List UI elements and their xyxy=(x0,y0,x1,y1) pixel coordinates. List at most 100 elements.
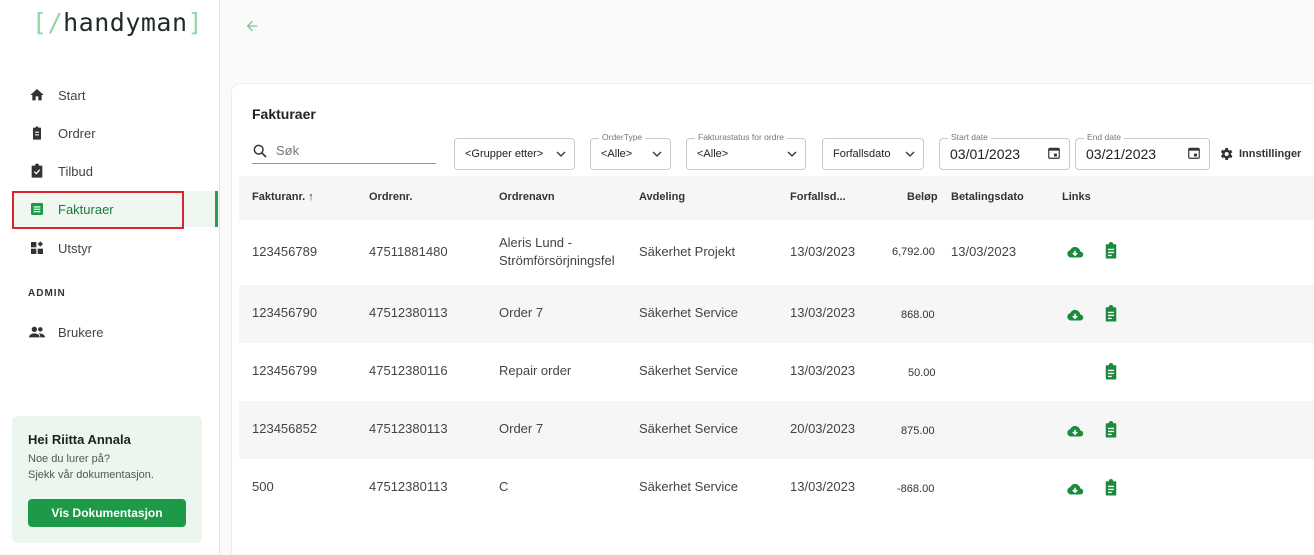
order-name: Repair order xyxy=(499,363,572,378)
sidebar-item-label: Tilbud xyxy=(58,163,93,179)
column-invoice-number[interactable]: Fakturanr. ↑ xyxy=(252,191,314,203)
clipboard-document-icon[interactable] xyxy=(1102,479,1120,497)
sidebar-item-ordrer[interactable]: Ordrer xyxy=(12,115,218,151)
order-name: Order 7 xyxy=(499,305,544,320)
list-icon xyxy=(28,200,46,218)
department: Säkerhet Projekt xyxy=(639,244,736,259)
settings-button[interactable]: Innstillinger xyxy=(1218,146,1301,162)
invoice-number: 123456789 xyxy=(252,244,318,259)
dashboard-icon xyxy=(28,239,46,257)
due-date: 13/03/2023 xyxy=(790,244,856,259)
table-row[interactable]: 500 47512380113 C Säkerhet Service 13/03… xyxy=(239,459,1314,517)
chevron-down-icon xyxy=(556,149,566,159)
table-row[interactable]: 123456799 47512380116 Repair order Säker… xyxy=(239,343,1314,401)
cloud-download-icon[interactable] xyxy=(1066,307,1084,325)
help-line-2: Sjekk vår dokumentasjon. xyxy=(28,469,154,481)
home-icon xyxy=(28,86,46,104)
gear-icon xyxy=(1218,146,1234,162)
column-payment-date[interactable]: Betalingsdato xyxy=(951,191,1024,203)
back-arrow-icon[interactable] xyxy=(244,18,260,39)
due-date: 20/03/2023 xyxy=(790,421,856,436)
table-row[interactable]: 123456789 47511881480 Aleris Lund - Strö… xyxy=(239,220,1314,285)
column-amount[interactable]: Beløp xyxy=(907,191,938,203)
column-order-name[interactable]: Ordrenavn xyxy=(499,191,555,203)
group-by-select[interactable]: <Grupper etter> xyxy=(454,138,575,170)
logo-slash: / xyxy=(47,8,64,37)
invoice-number: 123456790 xyxy=(252,305,318,320)
amount: 50.00 xyxy=(908,367,936,379)
order-number: 47512380116 xyxy=(369,363,448,378)
order-type-select[interactable]: OrderType <Alle> xyxy=(590,132,671,170)
order-number: 47512380113 xyxy=(369,305,448,320)
logo-name: handyman xyxy=(63,8,188,37)
sidebar-item-brukere[interactable]: Brukere xyxy=(12,314,218,350)
column-order-number[interactable]: Ordrenr. xyxy=(369,191,412,203)
clipboard-document-icon[interactable] xyxy=(1102,363,1120,381)
department: Säkerhet Service xyxy=(639,421,738,436)
logo-bracket-open: [ xyxy=(32,8,48,37)
cloud-download-icon[interactable] xyxy=(1066,244,1084,262)
cloud-download-icon[interactable] xyxy=(1066,481,1084,499)
table-row[interactable]: 123456852 47512380113 Order 7 Säkerhet S… xyxy=(239,401,1314,459)
invoice-status-label: Fakturastatus for ordre xyxy=(695,132,787,142)
column-links: Links xyxy=(1062,191,1091,203)
sidebar-item-utstyr[interactable]: Utstyr xyxy=(12,230,218,266)
view-documentation-button[interactable]: Vis Dokumentasjon xyxy=(28,499,186,527)
due-date: 13/03/2023 xyxy=(790,479,856,494)
search-input[interactable] xyxy=(276,143,426,158)
amount: 875.00 xyxy=(901,425,935,437)
column-department[interactable]: Avdeling xyxy=(639,191,685,203)
calendar-icon[interactable] xyxy=(1047,146,1061,163)
cloud-download-icon[interactable] xyxy=(1066,423,1084,441)
payment-date: 13/03/2023 xyxy=(951,244,1017,259)
sidebar-item-fakturaer[interactable]: Fakturaer xyxy=(12,191,218,227)
end-date-value: 03/21/2023 xyxy=(1086,146,1157,162)
help-greeting: Hei Riitta Annala xyxy=(28,432,131,447)
app: [/handyman] Start Ordrer Tilbud Fakturae… xyxy=(0,0,1314,555)
order-name: C xyxy=(499,479,509,494)
amount: -868.00 xyxy=(897,483,935,495)
invoices-card: Fakturaer <Grupper etter> OrderType <All… xyxy=(232,84,1314,555)
sidebar-item-label: Ordrer xyxy=(58,125,96,141)
chevron-down-icon xyxy=(905,149,915,159)
search-box[interactable] xyxy=(252,138,436,164)
help-card: Hei Riitta Annala Noe du lurer på? Sjekk… xyxy=(12,416,202,543)
order-type-label: OrderType xyxy=(599,132,646,142)
order-name: Aleris Lund - Strömförsörjningsfel xyxy=(499,235,615,268)
admin-section-label: ADMIN xyxy=(28,288,66,299)
invoice-status-select[interactable]: Fakturastatus for ordre <Alle> xyxy=(686,132,806,170)
clipboard-icon xyxy=(28,124,46,142)
page-title: Fakturaer xyxy=(252,106,316,122)
start-date-field[interactable]: Start date 03/01/2023 xyxy=(939,132,1070,170)
invoice-number: 123456852 xyxy=(252,421,318,436)
due-date: 13/03/2023 xyxy=(790,305,856,320)
table-header: Fakturanr. ↑ Ordrenr. Ordrenavn Avdeling… xyxy=(239,176,1314,220)
help-line-1: Noe du lurer på? xyxy=(28,453,110,465)
calendar-icon[interactable] xyxy=(1187,146,1201,163)
sidebar-item-label: Utstyr xyxy=(58,240,92,256)
order-name: Order 7 xyxy=(499,421,544,436)
sidebar-item-tilbud[interactable]: Tilbud xyxy=(12,153,218,189)
amount: 868.00 xyxy=(901,309,935,321)
clipboard-document-icon[interactable] xyxy=(1102,421,1120,439)
order-number: 47512380113 xyxy=(369,421,448,436)
sidebar-item-start[interactable]: Start xyxy=(12,77,218,113)
date-field-select[interactable]: Forfallsdato xyxy=(822,138,924,170)
sidebar-item-label: Brukere xyxy=(58,324,104,340)
invoice-number: 123456799 xyxy=(252,363,318,378)
logo[interactable]: [/handyman] xyxy=(32,8,203,37)
clipboard-document-icon[interactable] xyxy=(1102,305,1120,323)
end-date-label: End date xyxy=(1084,132,1125,142)
clipboard-document-icon[interactable] xyxy=(1102,242,1120,260)
amount: 6,792.00 xyxy=(892,246,935,258)
start-date-value: 03/01/2023 xyxy=(950,146,1021,162)
table-row[interactable]: 123456790 47512380113 Order 7 Säkerhet S… xyxy=(239,285,1314,343)
sidebar-item-label: Fakturaer xyxy=(58,201,114,217)
end-date-field[interactable]: End date 03/21/2023 xyxy=(1075,132,1210,170)
order-number: 47512380113 xyxy=(369,479,448,494)
department: Säkerhet Service xyxy=(639,479,738,494)
column-due-date[interactable]: Forfallsd... xyxy=(790,191,846,203)
users-icon xyxy=(28,323,46,341)
sidebar: [/handyman] Start Ordrer Tilbud Fakturae… xyxy=(0,0,220,555)
clipboard-check-icon xyxy=(28,162,46,180)
